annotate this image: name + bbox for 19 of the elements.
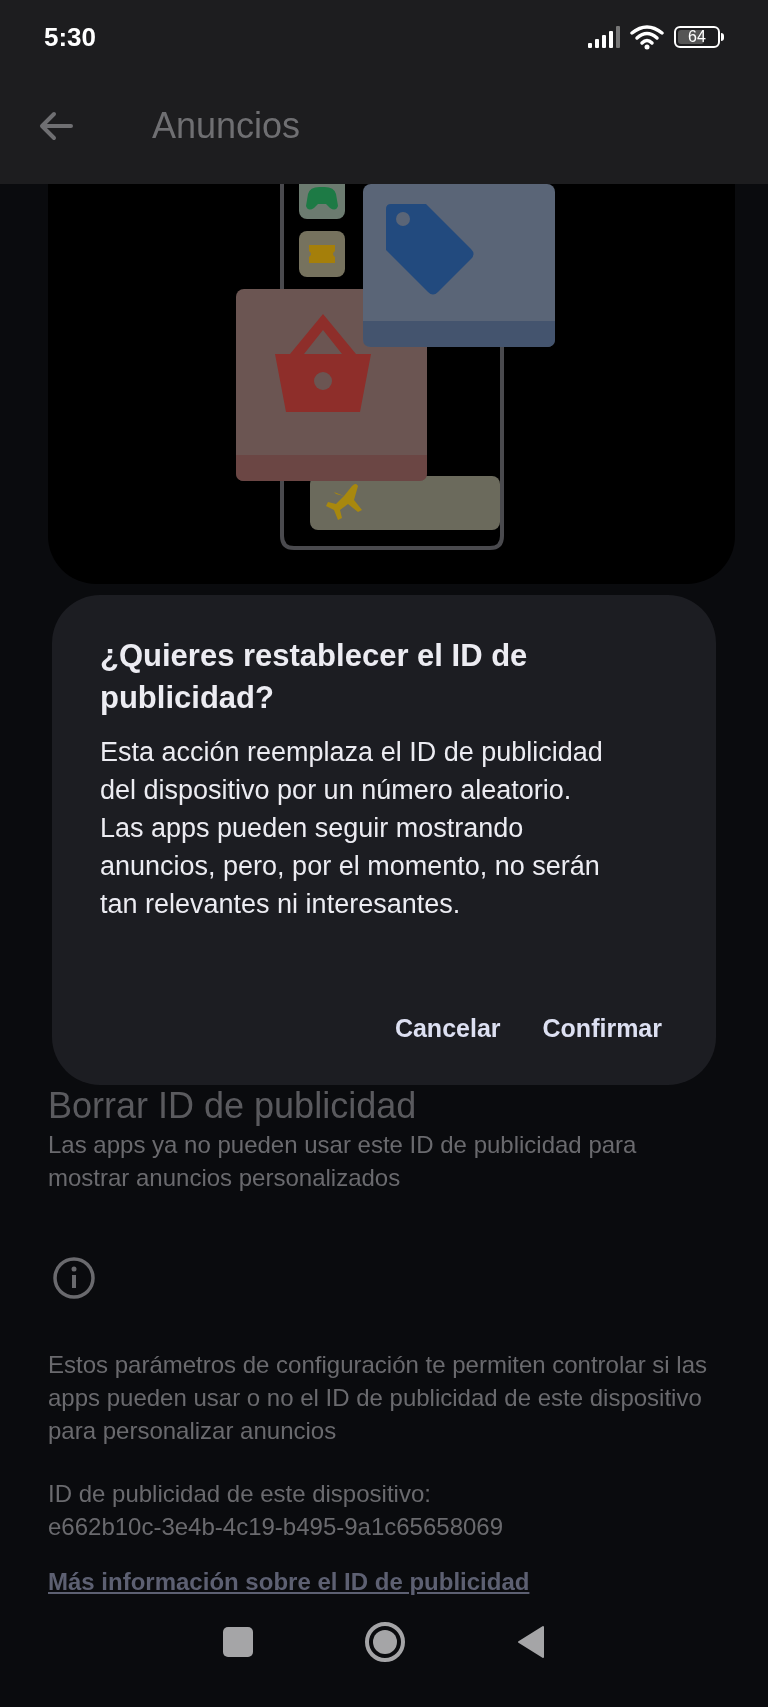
dialog-message: Esta acción reemplaza el ID de publicidad del dispositivo por un número aleatorio. Las apps pueden seguir mostrando anuncios, pero, por el momento, no serán tan relevantes ni interesantes. [100, 736, 604, 921]
page-title: Anuncios [152, 103, 301, 148]
back-arrow-icon [39, 110, 73, 141]
dialog-button[interactable]: Confirmar [526, 999, 678, 1057]
wifi-icon [630, 24, 664, 50]
back-nav-icon[interactable] [517, 1624, 545, 1659]
setting-summary: Las apps ya no pueden usar este ID de publicidad para mostrar anuncios personalizados [48, 1130, 638, 1194]
info-icon [52, 1256, 96, 1301]
device-id-label: ID de publicidad de este dispositivo: [48, 1479, 432, 1510]
recents-button[interactable] [223, 1626, 253, 1657]
home-button[interactable] [365, 1621, 405, 1662]
dialog-button[interactable]: Cancelar [378, 999, 517, 1057]
battery-level: 64 [688, 29, 706, 45]
signal-icon [588, 26, 620, 48]
settings-description: Estos parámetros de configuración te permiten controlar si las apps pueden usar o no el ID de publicidad de este dispositivo para personalizar anuncios [48, 1350, 708, 1447]
setting-title: Borrar ID de publicidad [48, 1084, 418, 1129]
device-id: e662b10c-3e4b-4c19-b495-9a1c65658069 [48, 1512, 505, 1543]
dialog-title: ¿Quieres restablecer el ID de publicidad? [100, 637, 529, 717]
status-time: 5:30 [44, 20, 97, 54]
